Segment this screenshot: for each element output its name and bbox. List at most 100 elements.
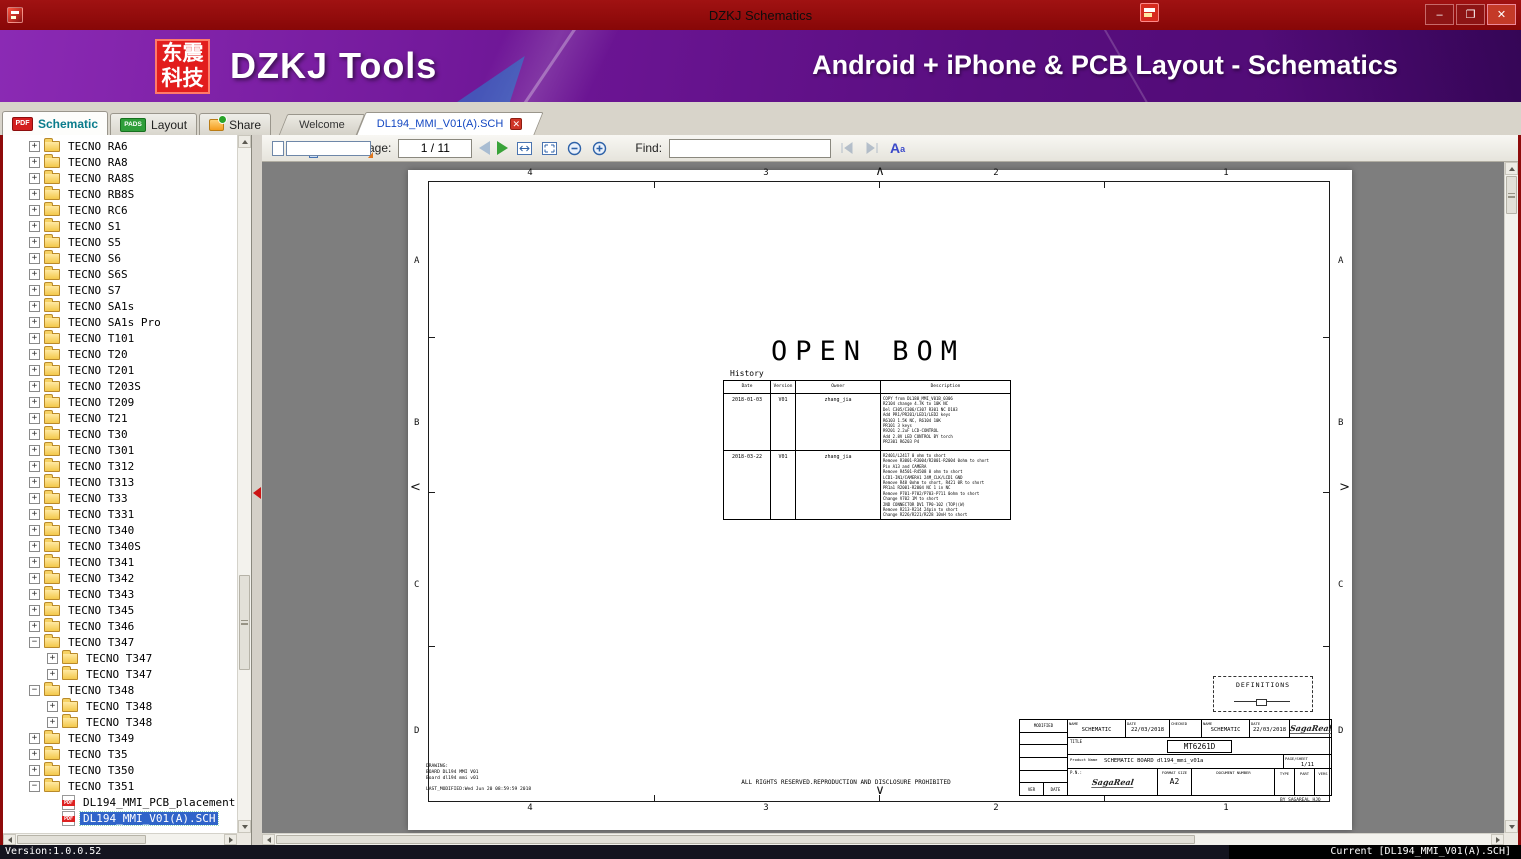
tree-item[interactable]: PDF DL194_MMI_PCB_placement (3, 794, 237, 810)
tree-item-label[interactable]: TECNO RA6 (65, 140, 131, 153)
tree-item-label[interactable]: TECNO T351 (65, 780, 137, 793)
tree-item[interactable]: + TECNO T312 (3, 457, 237, 474)
expand-icon[interactable]: + (29, 284, 40, 296)
sidebar-horizontal-scrollbar[interactable] (3, 833, 237, 845)
document-viewport[interactable]: ∧ ∨ < > OPEN BOM History Date Version Ow… (262, 162, 1518, 845)
tree-item[interactable]: + TECNO T201 (3, 361, 237, 378)
snapshot-page-icon[interactable] (285, 139, 373, 158)
tree-item[interactable]: + TECNO T20 (3, 345, 237, 362)
tree-item-label[interactable]: TECNO T35 (65, 748, 131, 761)
tree-item[interactable]: + TECNO S6 (3, 249, 237, 266)
scroll-down-button[interactable] (238, 820, 251, 833)
tree-item[interactable]: − TECNO T347 (3, 633, 237, 650)
close-tab-icon[interactable]: ✕ (510, 117, 523, 130)
expand-icon[interactable]: + (29, 604, 40, 616)
expand-icon[interactable]: + (29, 764, 40, 776)
expand-icon[interactable]: + (29, 508, 40, 520)
tab-schematic[interactable]: PDF Schematic (2, 111, 109, 135)
tree-item[interactable]: + TECNO RA8 (3, 153, 237, 170)
tree-item-label[interactable]: TECNO S5 (65, 236, 124, 249)
scroll-up-button[interactable] (1505, 162, 1518, 175)
expand-icon[interactable]: + (29, 156, 40, 168)
tree-item[interactable]: + TECNO T346 (3, 617, 237, 634)
expand-icon[interactable]: + (29, 620, 40, 632)
tree-item-label[interactable]: TECNO T20 (65, 348, 131, 361)
expand-icon[interactable]: + (29, 492, 40, 504)
collapse-icon[interactable]: − (29, 636, 40, 648)
tree-item[interactable]: + TECNO T347 (3, 665, 237, 682)
tree-item[interactable]: + TECNO T345 (3, 601, 237, 618)
tree-item-label[interactable]: TECNO T345 (65, 604, 137, 617)
tree-item-label[interactable]: TECNO T312 (65, 460, 137, 473)
tree-item-label[interactable]: TECNO T346 (65, 620, 137, 633)
expand-icon[interactable]: + (29, 188, 40, 200)
expand-icon[interactable]: + (47, 716, 58, 728)
tree-item[interactable]: + TECNO T35 (3, 745, 237, 762)
tree-item-label[interactable]: TECNO T340S (65, 540, 144, 553)
tree-item[interactable]: + TECNO T340S (3, 537, 237, 554)
tree-item-label[interactable]: TECNO T348 (83, 716, 155, 729)
tree-item[interactable]: + TECNO RA8S (3, 169, 237, 186)
scroll-left-button[interactable] (262, 834, 275, 845)
open-page-icon[interactable] (269, 139, 287, 157)
minimize-button[interactable]: – (1425, 4, 1454, 25)
tree-item[interactable]: + TECNO T343 (3, 585, 237, 602)
expand-icon[interactable]: + (29, 172, 40, 184)
expand-icon[interactable]: + (29, 428, 40, 440)
tree-item[interactable]: + TECNO RA6 (3, 137, 237, 154)
tree-item-label[interactable]: TECNO T349 (65, 732, 137, 745)
splitter[interactable] (252, 135, 262, 845)
scroll-right-button[interactable] (224, 834, 237, 845)
zoom-in-icon[interactable] (590, 139, 608, 157)
tree-item[interactable]: + TECNO T348 (3, 713, 237, 730)
content-vertical-scrollbar[interactable] (1504, 162, 1518, 833)
tree-item[interactable]: + TECNO S7 (3, 281, 237, 298)
tree-item-label[interactable]: TECNO SA1s (65, 300, 137, 313)
tree-item-label[interactable]: TECNO S7 (65, 284, 124, 297)
expand-icon[interactable]: + (29, 204, 40, 216)
tree-item-label[interactable]: TECNO T342 (65, 572, 137, 585)
scroll-right-button[interactable] (1491, 834, 1504, 845)
expand-icon[interactable]: + (29, 556, 40, 568)
expand-icon[interactable]: + (29, 748, 40, 760)
tree-item-label[interactable]: TECNO T313 (65, 476, 137, 489)
tree-item-label[interactable]: TECNO T348 (65, 684, 137, 697)
tree-item-label[interactable]: TECNO T331 (65, 508, 137, 521)
expand-icon[interactable]: + (29, 364, 40, 376)
find-previous-icon[interactable] (838, 139, 856, 157)
expand-icon[interactable]: + (29, 300, 40, 312)
scrollbar-thumb[interactable] (276, 835, 1196, 844)
expand-icon[interactable]: + (47, 700, 58, 712)
content-horizontal-scrollbar[interactable] (262, 833, 1504, 845)
tab-share[interactable]: Share (199, 113, 272, 135)
find-input[interactable] (669, 138, 832, 158)
tree-item[interactable]: + TECNO T342 (3, 569, 237, 586)
tree-item[interactable]: + TECNO RC6 (3, 201, 237, 218)
tree-item-label[interactable]: TECNO T348 (83, 700, 155, 713)
tree-item[interactable]: + TECNO T349 (3, 729, 237, 746)
tree-item[interactable]: + TECNO T33 (3, 489, 237, 506)
scroll-left-button[interactable] (3, 834, 16, 845)
expand-icon[interactable]: + (47, 668, 58, 680)
tree-item-label[interactable]: TECNO T30 (65, 428, 131, 441)
font-size-icon[interactable]: A a (890, 141, 905, 155)
tree-item[interactable]: + TECNO T313 (3, 473, 237, 490)
tab-welcome[interactable]: Welcome (283, 114, 361, 135)
scrollbar-thumb[interactable] (17, 835, 146, 844)
expand-icon[interactable]: + (29, 268, 40, 280)
collapse-sidebar-icon[interactable] (253, 487, 261, 499)
tree-item-label[interactable]: TECNO T301 (65, 444, 137, 457)
expand-icon[interactable]: + (29, 572, 40, 584)
tree-item[interactable]: + TECNO S6S (3, 265, 237, 282)
expand-icon[interactable]: + (29, 140, 40, 152)
zoom-out-icon[interactable] (565, 139, 583, 157)
tree-item[interactable]: + TECNO T340 (3, 521, 237, 538)
expand-icon[interactable]: + (29, 252, 40, 264)
tree-item[interactable]: + TECNO T301 (3, 441, 237, 458)
expand-icon[interactable]: + (29, 348, 40, 360)
expand-icon[interactable]: + (29, 220, 40, 232)
red-badge-icon[interactable] (1140, 3, 1159, 22)
scroll-up-button[interactable] (238, 135, 251, 148)
tree-item-label[interactable]: DL194_MMI_V01(A).SCH (78, 810, 220, 826)
scrollbar-thumb[interactable] (239, 574, 250, 670)
